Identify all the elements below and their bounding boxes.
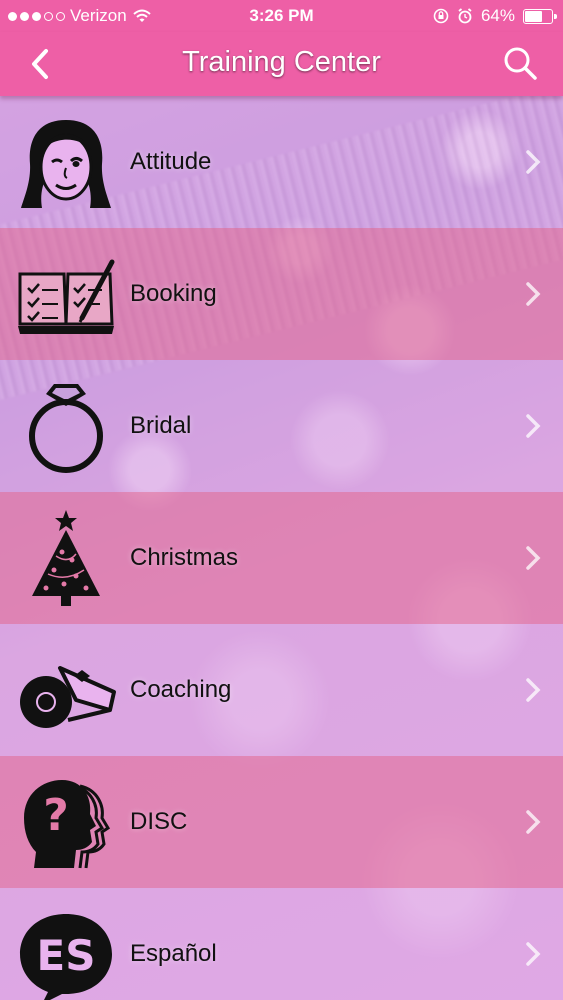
list-item-booking[interactable]: Booking bbox=[0, 228, 563, 360]
chevron-right-icon bbox=[526, 150, 541, 174]
svg-text:?: ? bbox=[43, 790, 69, 841]
list-item-label: Booking bbox=[130, 280, 217, 307]
chevron-right-icon bbox=[526, 942, 541, 966]
chevron-right-icon bbox=[526, 678, 541, 702]
svg-text:ES: ES bbox=[37, 931, 96, 980]
battery-percent: 64% bbox=[480, 6, 515, 25]
battery-icon bbox=[523, 8, 557, 24]
list-item-label: Bridal bbox=[130, 412, 192, 439]
whistle-icon bbox=[16, 640, 116, 740]
status-right: 64% bbox=[433, 6, 557, 26]
list-item-christmas[interactable]: Christmas bbox=[0, 492, 563, 624]
chevron-right-icon bbox=[526, 282, 541, 306]
page-title: Training Center bbox=[182, 46, 381, 78]
status-bar: Verizon 3:26 PM 64% bbox=[0, 0, 563, 32]
alarm-icon bbox=[458, 8, 472, 24]
diamond-ring-icon bbox=[16, 376, 116, 476]
list-item-label: Coaching bbox=[130, 676, 232, 703]
head-question-mark-icon: ? bbox=[16, 772, 116, 872]
list-item-bridal[interactable]: Bridal bbox=[0, 360, 563, 492]
open-book-checklist-icon bbox=[16, 244, 116, 344]
list-item-attitude[interactable]: Attitude bbox=[0, 96, 563, 228]
chevron-right-icon bbox=[526, 546, 541, 570]
list-item-label: Christmas bbox=[130, 544, 239, 571]
woman-winking-face-icon bbox=[16, 112, 116, 212]
navigation-bar: Training Center bbox=[0, 32, 563, 96]
list-item-coaching[interactable]: Coaching bbox=[0, 624, 563, 756]
search-icon[interactable] bbox=[501, 44, 539, 82]
list-item-label: Español bbox=[130, 940, 217, 967]
battery-fill bbox=[525, 10, 542, 22]
rotation-lock-icon bbox=[433, 8, 449, 24]
es-speech-bubble-icon: ES bbox=[16, 904, 116, 1000]
christmas-tree-icon bbox=[16, 508, 116, 608]
chevron-right-icon bbox=[526, 810, 541, 834]
list-item-espanol[interactable]: ES Español bbox=[0, 888, 563, 1000]
list-item-label: Attitude bbox=[130, 148, 212, 175]
list-item-label: DISC bbox=[130, 808, 188, 835]
training-topics-list: Attitude Booking Bridal Christmas Coachi… bbox=[0, 96, 563, 1000]
list-item-disc[interactable]: ? DISC bbox=[0, 756, 563, 888]
chevron-right-icon bbox=[526, 414, 541, 438]
